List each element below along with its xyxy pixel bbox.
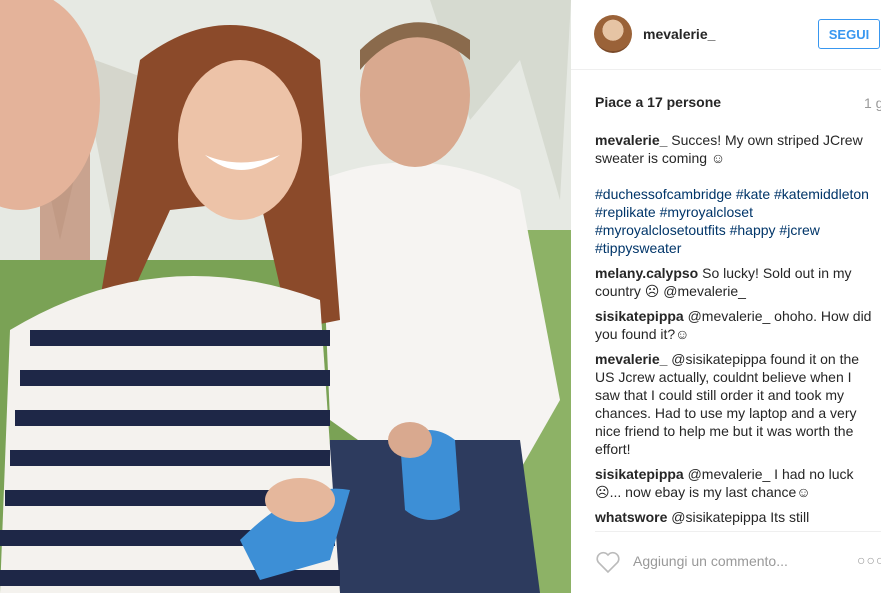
comment-item: mevalerie_ @sisikatepippa found it on th… (595, 350, 875, 458)
hashtags[interactable]: #duchessofcambridge #kate #katemiddleton… (595, 185, 875, 257)
comment-footer: Aggiungi un commento... ○○○ (595, 531, 881, 594)
comment-username[interactable]: sisikatepippa (595, 308, 684, 324)
author-username[interactable]: mevalerie_ (643, 26, 715, 42)
avatar[interactable] (594, 15, 632, 53)
comment-item: sisikatepippa @mevalerie_ I had no luck … (595, 465, 875, 501)
heart-icon[interactable] (595, 550, 621, 574)
comment-username[interactable]: mevalerie_ (595, 351, 667, 367)
post-header: mevalerie_ SEGUI (571, 0, 881, 70)
caption: mevalerie_ Succes! My own striped JCrew … (595, 131, 875, 257)
comment-username[interactable]: whatswore (595, 509, 667, 525)
post-sidebar: mevalerie_ SEGUI Piace a 17 persone 1 g … (571, 0, 881, 593)
post-timestamp[interactable]: 1 g (864, 95, 881, 111)
more-options-icon[interactable]: ○○○ (857, 552, 881, 568)
comment-username[interactable]: mevalerie_ (595, 132, 667, 148)
likes-count[interactable]: Piace a 17 persone (595, 94, 721, 110)
comment-text: @sisikatepippa Its still (671, 509, 810, 525)
comment-item: melany.calypso So lucky! Sold out in my … (595, 264, 875, 300)
comment-item: sisikatepippa @mevalerie_ ohoho. How did… (595, 307, 875, 343)
add-comment-input[interactable]: Aggiungi un commento... (633, 553, 788, 569)
follow-button[interactable]: SEGUI (818, 19, 880, 49)
comment-item: whatswore @sisikatepippa Its still (595, 508, 875, 526)
post-photo[interactable] (0, 0, 571, 593)
comment-username[interactable]: melany.calypso (595, 265, 698, 281)
comment-list: mevalerie_ Succes! My own striped JCrew … (595, 131, 875, 526)
comment-username[interactable]: sisikatepippa (595, 466, 684, 482)
